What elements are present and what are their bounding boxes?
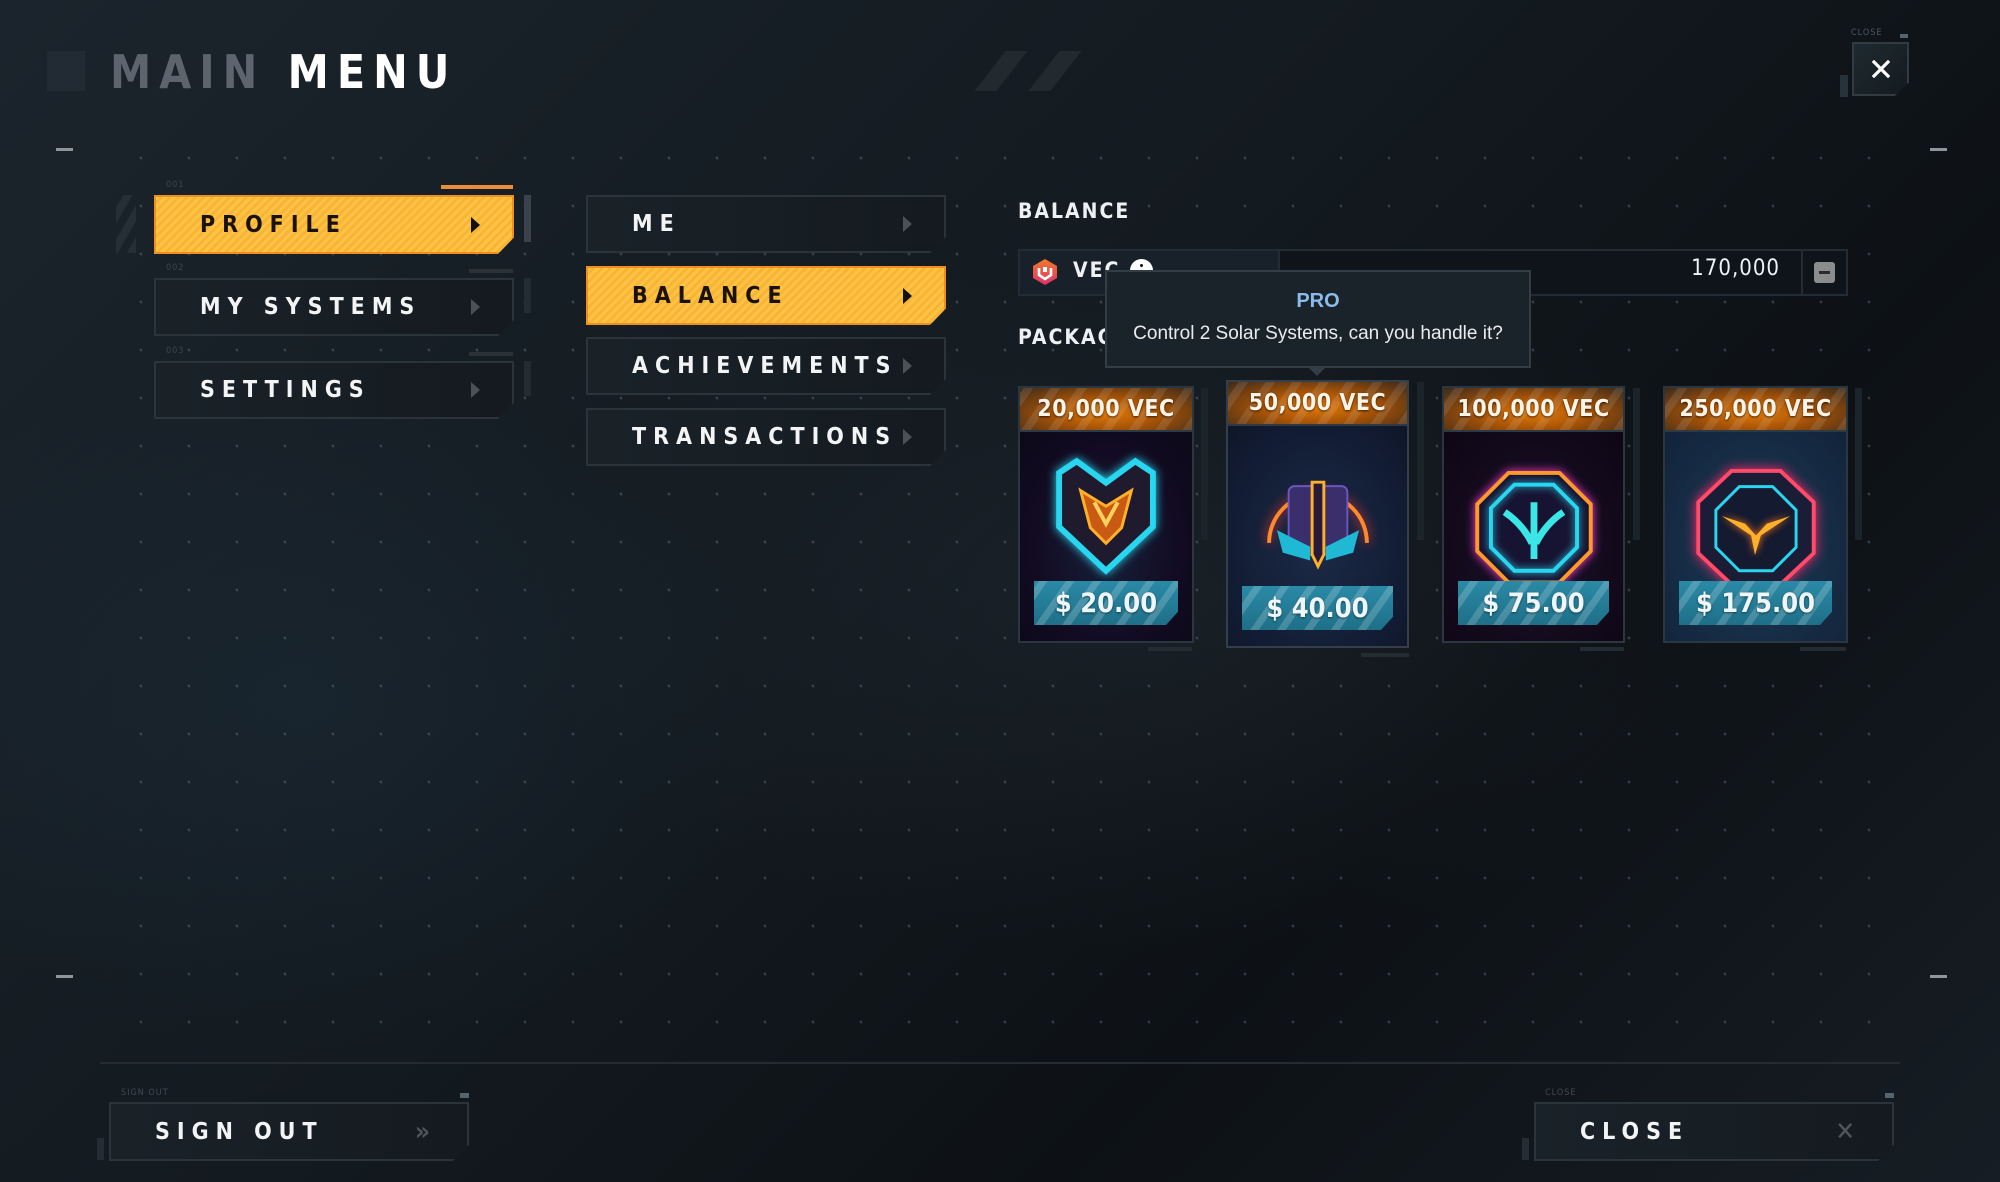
stripe-decoration: [116, 195, 136, 253]
package-card[interactable]: 50,000 VEC $ 40.00: [1226, 380, 1409, 648]
package-price: $ 175.00: [1679, 581, 1832, 625]
slash-decoration: [974, 51, 1028, 91]
menu-index: 002: [166, 263, 185, 273]
active-indicator-line: [441, 185, 513, 189]
menu-item-line-decoration: [469, 352, 513, 356]
chevron-right-icon: [903, 216, 912, 232]
tooltip-title: PRO: [1296, 290, 1340, 312]
card-side-bar: [1201, 388, 1208, 540]
submenu-item-achievements[interactable]: ACHIEVEMENTS: [586, 337, 946, 395]
sign-out-button[interactable]: SIGN OUT »: [109, 1102, 469, 1161]
close-label: CLOSE: [1580, 1118, 1690, 1145]
card-under-line: [1148, 647, 1192, 651]
balance-value: 170,000: [1691, 256, 1780, 281]
close-button[interactable]: [1852, 42, 1909, 96]
package-amount: 50,000 VEC: [1228, 382, 1407, 426]
submenu-item-label: ACHIEVEMENTS: [632, 353, 898, 379]
close-icon: ✕: [1835, 1116, 1862, 1147]
menu-item-line-decoration: [469, 269, 513, 273]
side-bar-decoration: [524, 361, 531, 396]
close-caption: CLOSE: [1851, 28, 1883, 38]
tooltip-arrow: [1308, 367, 1326, 376]
submenu-item-label: TRANSACTIONS: [632, 424, 898, 450]
package-amount: 20,000 VEC: [1020, 388, 1192, 432]
package-amount: 250,000 VEC: [1665, 388, 1846, 432]
page-title-main: MAIN: [110, 45, 266, 99]
corner-dash-decoration: [1930, 148, 1947, 151]
card-under-line: [1800, 647, 1846, 651]
corner-dash-decoration: [1930, 975, 1947, 978]
package-card[interactable]: 100,000 VEC $ 75.00: [1442, 386, 1625, 643]
menu-item-my-systems[interactable]: MY SYSTEMS: [154, 278, 514, 336]
menu-item-profile[interactable]: PROFILE: [154, 195, 514, 254]
side-bar-decoration: [524, 278, 531, 313]
menu-item-settings[interactable]: SETTINGS: [154, 361, 514, 419]
package-amount: 100,000 VEC: [1444, 388, 1623, 432]
page-title-menu: MENU: [287, 45, 458, 99]
chevron-right-icon: [903, 358, 912, 374]
close-mark-decoration: [1900, 34, 1908, 38]
submenu-item-balance[interactable]: BALANCE: [586, 266, 946, 325]
double-chevron-right-icon: »: [414, 1116, 437, 1147]
chevron-right-icon: [471, 382, 480, 398]
footer-divider: [100, 1062, 1900, 1064]
sign-out-caption: SIGN OUT: [121, 1088, 169, 1098]
sign-out-label: SIGN OUT: [155, 1118, 324, 1145]
close-icon: [1871, 60, 1890, 78]
slash-decoration: [1028, 51, 1082, 91]
close-caption: CLOSE: [1545, 1088, 1577, 1098]
submenu-item-label: ME: [632, 211, 681, 237]
close-button-footer[interactable]: CLOSE ✕: [1534, 1102, 1894, 1161]
menu-item-label: MY SYSTEMS: [200, 294, 422, 320]
sign-out-mark-decoration: [460, 1093, 469, 1098]
menu-index: 001: [166, 180, 185, 190]
minus-icon[interactable]: [1814, 262, 1835, 283]
close-side-bar: [1522, 1138, 1529, 1160]
tooltip: [1105, 270, 1531, 368]
chevron-right-icon: [903, 429, 912, 445]
corner-dash-decoration: [56, 975, 73, 978]
scroll-indicator: [524, 195, 531, 242]
close-mark-decoration: [1885, 1093, 1894, 1098]
menu-index: 003: [166, 346, 185, 356]
submenu-item-label: BALANCE: [632, 282, 789, 309]
package-card[interactable]: 250,000 VEC $ 175.00: [1663, 386, 1848, 643]
chevron-right-icon: [471, 217, 480, 233]
package-price: $ 40.00: [1242, 586, 1393, 630]
page-title: MAIN MENU: [110, 42, 457, 102]
card-under-line: [1580, 647, 1624, 651]
vec-logo-icon: [1033, 259, 1057, 285]
menu-item-label: PROFILE: [200, 211, 347, 238]
submenu-item-me[interactable]: ME: [586, 195, 946, 253]
package-price: $ 20.00: [1034, 581, 1178, 625]
package-price: $ 75.00: [1458, 581, 1609, 625]
menu-item-label: SETTINGS: [200, 377, 371, 403]
close-side-bar: [1840, 75, 1848, 97]
balance-section-title: BALANCE: [1018, 199, 1131, 223]
chevron-right-icon: [903, 288, 912, 304]
card-side-bar: [1855, 388, 1862, 540]
corner-dash-decoration: [56, 148, 73, 151]
card-side-bar: [1417, 382, 1424, 540]
sign-out-side-bar: [97, 1138, 104, 1160]
submenu-item-transactions[interactable]: TRANSACTIONS: [586, 408, 946, 466]
tooltip-body: Control 2 Solar Systems, can you handle …: [1133, 323, 1503, 344]
title-square-decoration: [47, 51, 85, 91]
card-under-line: [1361, 653, 1409, 657]
package-card[interactable]: 20,000 VEC $ 20.00: [1018, 386, 1194, 643]
card-side-bar: [1633, 388, 1640, 540]
chevron-right-icon: [471, 299, 480, 315]
